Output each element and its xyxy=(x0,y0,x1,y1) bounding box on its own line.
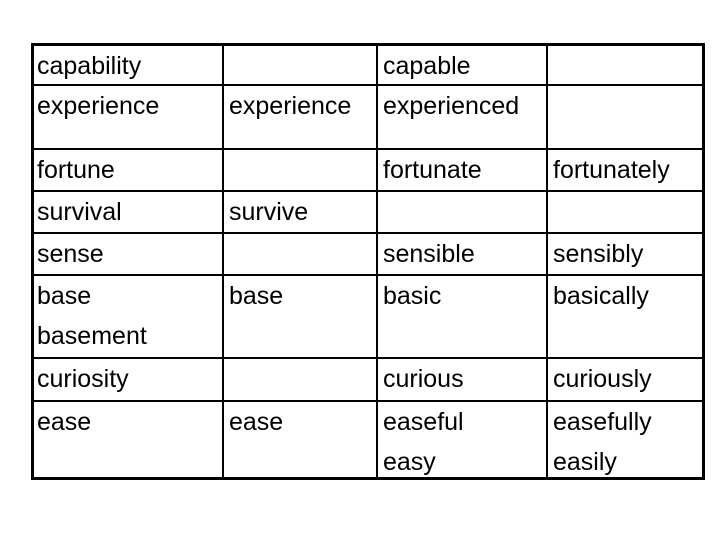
table-cell-noun: base basement xyxy=(31,276,147,356)
word: easefully xyxy=(553,408,652,436)
table-cell-adjective: experienced xyxy=(377,86,519,126)
table-cell-noun: fortune xyxy=(31,150,115,190)
word: base xyxy=(229,282,284,310)
word: experience xyxy=(37,92,160,120)
table-cell-noun: ease xyxy=(31,402,91,442)
table-cell-verb: ease xyxy=(223,402,283,442)
table-cell-verb: survive xyxy=(223,192,308,232)
word: capable xyxy=(383,52,471,80)
table-cell-noun: sense xyxy=(31,234,104,274)
word: survival xyxy=(37,198,122,226)
table-cell-adjective: fortunate xyxy=(377,150,482,190)
table-cell-verb: base xyxy=(223,276,283,316)
row-divider xyxy=(31,190,705,192)
word: sense xyxy=(37,240,104,268)
table-cell-noun: capability xyxy=(31,46,141,86)
word: easeful xyxy=(383,408,464,436)
table-cell-adverb: fortunately xyxy=(547,150,670,190)
table-cell-adverb: easefully easily xyxy=(547,402,652,482)
word: curious xyxy=(383,365,464,393)
table-cell-adjective: basic xyxy=(377,276,441,316)
word: fortune xyxy=(37,156,115,184)
table-cell-adjective: capable xyxy=(377,46,471,86)
table-cell-noun: experience xyxy=(31,86,159,126)
word: experience xyxy=(229,92,352,120)
table-cell-noun: survival xyxy=(31,192,122,232)
word: base xyxy=(37,282,92,310)
word: sensible xyxy=(383,240,475,268)
word: easily xyxy=(553,448,617,476)
table-cell-adjective: curious xyxy=(377,359,464,399)
word: sensibly xyxy=(553,240,644,268)
word: basically xyxy=(553,282,649,310)
word: ease xyxy=(37,408,92,436)
table-cell-adjective: sensible xyxy=(377,234,475,274)
word: ease xyxy=(229,408,284,436)
table-cell-noun: curiosity xyxy=(31,359,129,399)
word: basement xyxy=(37,322,147,350)
table-cell-adverb: curiously xyxy=(547,359,652,399)
table-cell-adverb: sensibly xyxy=(547,234,643,274)
word: survive xyxy=(229,198,309,226)
word: fortunately xyxy=(553,156,670,184)
word: easy xyxy=(383,448,436,476)
word: fortunate xyxy=(383,156,482,184)
word: experienced xyxy=(383,92,520,120)
word: capability xyxy=(37,52,142,80)
table-cell-adverb: basically xyxy=(547,276,649,316)
table-cell-verb: experience xyxy=(223,86,351,126)
word: curiously xyxy=(553,365,652,393)
table-cell-adjective: easeful easy xyxy=(377,402,464,482)
word: curiosity xyxy=(37,365,129,393)
word: basic xyxy=(383,282,442,310)
